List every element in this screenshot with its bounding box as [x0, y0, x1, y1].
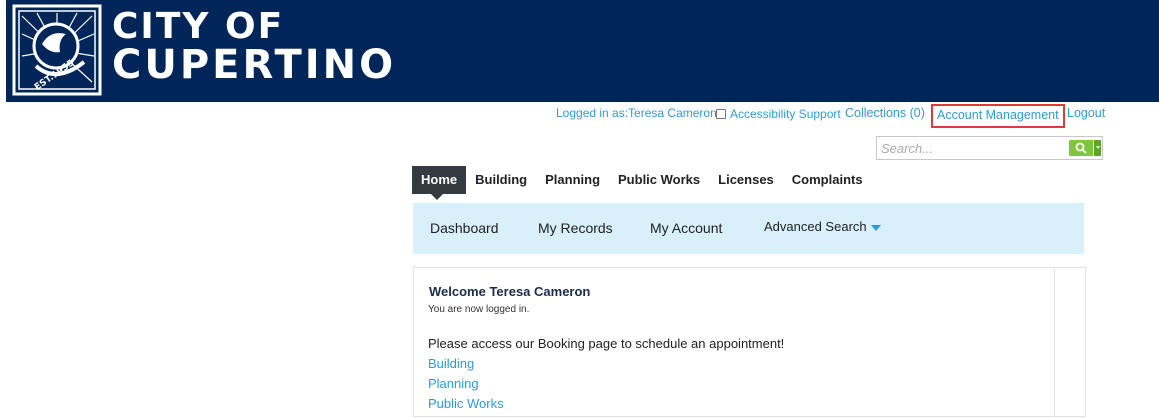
sub-navigation: Dashboard My Records My Account Advanced… [413, 203, 1084, 254]
subnav-my-account[interactable]: My Account [650, 220, 722, 236]
search-icon [1075, 142, 1087, 154]
caret-down-icon [870, 224, 881, 231]
search-input[interactable] [881, 140, 1061, 156]
booking-message: Please access our Booking page to schedu… [428, 336, 785, 351]
logout-link[interactable]: Logout [1067, 106, 1105, 122]
account-management-link[interactable]: Account Management [931, 104, 1065, 128]
link-building[interactable]: Building [428, 356, 474, 371]
search-options-dropdown[interactable] [1093, 140, 1101, 156]
brand-line-1: CITY OF [112, 6, 285, 47]
panel-divider [1054, 268, 1055, 418]
tab-complaints[interactable]: Complaints [783, 166, 872, 194]
header-banner: EST.1955 CITY OF CUPERTINO [6, 0, 1159, 102]
brand-line-2: CUPERTINO [112, 42, 397, 88]
subnav-advanced-search[interactable]: Advanced Search [764, 219, 881, 234]
tab-public-works[interactable]: Public Works [609, 166, 709, 194]
link-planning[interactable]: Planning [428, 376, 479, 391]
welcome-panel: Welcome Teresa Cameron You are now logge… [413, 267, 1086, 418]
advanced-search-label: Advanced Search [764, 219, 867, 234]
tab-licenses[interactable]: Licenses [709, 166, 783, 194]
welcome-heading: Welcome Teresa Cameron [429, 284, 591, 299]
tab-planning[interactable]: Planning [536, 166, 609, 194]
city-brand-wordmark[interactable]: CITY OF CUPERTINO [112, 6, 397, 88]
tab-home[interactable]: Home [412, 166, 467, 200]
search-button[interactable] [1069, 140, 1093, 156]
accessibility-support-toggle[interactable]: Accessibility Support [716, 106, 841, 122]
logged-in-status: Logged in as:Teresa Cameron [556, 106, 717, 120]
main-tabs: Home Building Planning Public Works Lice… [412, 166, 872, 200]
login-confirmation: You are now logged in. [428, 304, 530, 315]
collections-link[interactable]: Collections (0) [845, 106, 925, 122]
tab-building[interactable]: Building [466, 166, 536, 194]
accessibility-label: Accessibility Support [730, 107, 841, 121]
accessibility-checkbox[interactable] [716, 109, 726, 119]
subnav-dashboard[interactable]: Dashboard [430, 220, 499, 236]
subnav-my-records[interactable]: My Records [538, 220, 613, 236]
city-seal-logo: EST.1955 [12, 4, 102, 96]
